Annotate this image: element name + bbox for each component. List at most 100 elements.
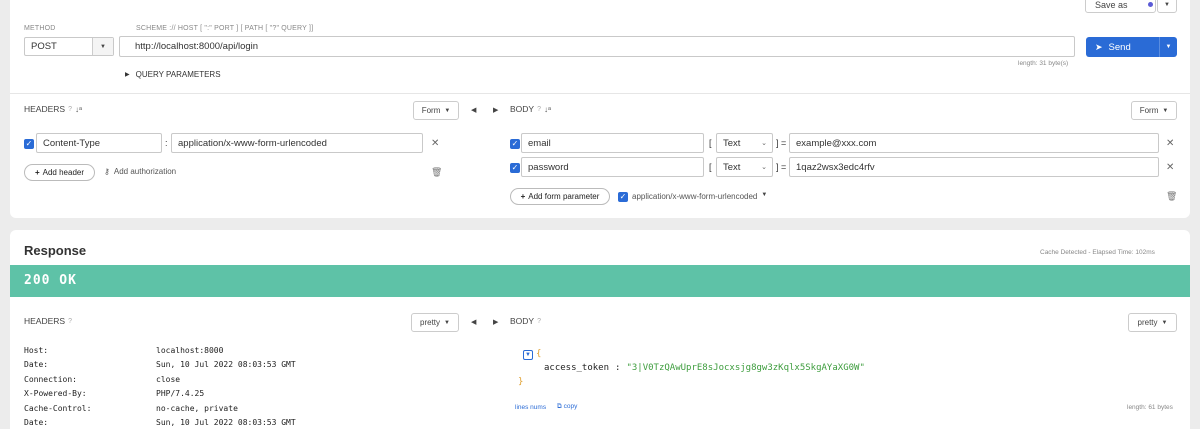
chevron-down-icon: ▼ [1161,319,1168,326]
add-form-parameter-button[interactable]: + Add form parameter [510,188,610,205]
param-name-input[interactable]: email [521,133,704,153]
response-header-name: X-Powered-By: [24,389,87,398]
add-header-label: Add header [42,168,85,177]
chevron-down-icon: ▼ [1162,107,1169,114]
sort-icon[interactable]: ↓ᵃ [75,105,82,114]
response-body-format[interactable]: pretty ▼ [1128,313,1177,332]
bracket-close-equals: ] = [776,162,787,172]
url-value: http://localhost:8000/api/login [135,41,259,52]
request-card [10,0,1190,218]
param-value-input[interactable]: example@xxx.com [789,133,1159,153]
content-type-label: application/x-www-form-urlencoded [632,192,758,201]
body-section-title: BODY ? ↓ᵃ [510,104,551,114]
collapse-left-icon[interactable]: ◀ [471,318,476,326]
bracket-close-equals: ] = [776,138,787,148]
chevron-down-icon: ▼ [761,192,768,198]
save-as-dropdown[interactable]: ▼ [1157,0,1177,13]
response-header-value: Sun, 10 Jul 2022 08:03:53 GMT [156,418,296,427]
remove-header-icon[interactable]: ✕ [431,138,439,149]
chevron-down-icon: ▼ [1164,1,1170,8]
chevron-down-icon: ⌄ [761,164,767,171]
header-name-input[interactable]: Content-Type [36,133,162,153]
response-body-title: BODY ? [510,316,541,326]
url-length: length: 31 byte(s) [1018,60,1069,67]
help-icon[interactable]: ? [537,106,541,113]
header-value-input[interactable]: application/x-www-form-urlencoded [171,133,423,153]
param-name-value: password [528,161,569,173]
param-enabled-checkbox[interactable]: ✓ [510,163,520,173]
sort-icon[interactable]: ↓ᵃ [544,105,551,114]
json-key: access_token [544,363,610,373]
param-type-select[interactable]: Text ⌄ [716,157,773,177]
response-headers-format-label: pretty [420,318,441,327]
query-parameters-toggle[interactable]: ▶ QUERY PARAMETERS [125,70,221,79]
save-as-button[interactable]: Save as [1085,0,1156,13]
body-format-select[interactable]: Form ▼ [1131,101,1177,120]
send-icon: ➤ [1095,41,1103,52]
response-headers-format[interactable]: pretty ▼ [411,313,459,332]
colon-separator: : [165,138,168,148]
add-header-button[interactable]: + Add header [24,164,95,181]
content-type-select[interactable]: application/x-www-form-urlencoded ▼ [632,192,767,201]
add-authorization-link[interactable]: ⚷ Add authorization [104,167,176,176]
param-type-select[interactable]: Text ⌄ [716,133,773,153]
response-header-name: Date: [24,360,49,369]
headers-format-label: Form [421,106,441,115]
help-icon[interactable]: ? [68,106,72,113]
cache-status: Cache Detected - Elapsed Time: 102ms [1040,249,1155,256]
save-as-label: Save as [1095,0,1128,10]
response-header-value: Sun, 10 Jul 2022 08:03:53 GMT [156,360,296,369]
json-colon: : [615,363,621,373]
trash-icon[interactable]: 🗑 [1166,191,1177,202]
help-icon[interactable]: ? [68,318,72,325]
chevron-down-icon: ▼ [100,43,106,50]
header-name-value: Content-Type [43,137,101,149]
line-numbers-toggle[interactable]: lines nums [515,404,546,411]
headers-format-select[interactable]: Form ▼ [413,101,459,120]
trash-icon[interactable]: 🗑 [431,167,442,178]
scheme-label: SCHEME :// HOST [ ":" PORT ] [ PATH [ "?… [136,25,314,32]
response-header-name: Cache-Control: [24,404,92,413]
expand-right-icon[interactable]: ▶ [493,318,498,326]
remove-param-icon[interactable]: ✕ [1166,138,1174,149]
add-authorization-label: Add authorization [113,167,177,176]
param-name-input[interactable]: password [521,157,704,177]
chevron-right-icon: ▶ [125,72,130,78]
copy-button[interactable]: ⧉ copy [557,403,577,411]
expand-right-icon[interactable]: ▶ [493,106,498,114]
help-icon[interactable]: ? [537,318,541,325]
send-dropdown[interactable]: ▼ [1159,37,1177,57]
response-header-value: localhost:8000 [156,346,224,355]
query-parameters-label: QUERY PARAMETERS [135,70,221,79]
header-enabled-checkbox[interactable]: ✓ [24,139,34,149]
param-value-text: example@xxx.com [796,137,877,149]
add-form-parameter-label: Add form parameter [528,192,600,201]
response-header-name: Host: [24,346,49,355]
content-type-checkbox[interactable]: ✓ [618,192,628,202]
body-format-label: Form [1139,106,1159,115]
remove-param-icon[interactable]: ✕ [1166,162,1174,173]
json-line: access_token : "3|V0TzQAwUprE8sJocxsjg8g… [544,363,865,373]
plus-icon: + [34,168,40,177]
response-card [10,230,1190,429]
param-enabled-checkbox[interactable]: ✓ [510,139,520,149]
param-value-input[interactable]: 1qaz2wsx3edc4rfv [789,157,1159,177]
copy-label: copy [563,403,578,410]
headers-section-title: HEADERS ? ↓ᵃ [24,104,82,114]
chevron-down-icon: ⌄ [761,140,767,147]
response-title: Response [24,243,87,258]
param-value-text: 1qaz2wsx3edc4rfv [796,161,875,173]
method-dropdown-button[interactable]: ▼ [92,38,113,55]
response-headers-label: HEADERS [24,316,66,326]
param-name-value: email [528,137,551,149]
key-icon: ⚷ [104,167,110,176]
json-collapse-icon[interactable]: ▼ [523,350,533,360]
status-text: 200 OK [24,273,77,288]
body-title: BODY [510,104,535,114]
url-input[interactable]: http://localhost:8000/api/login [119,36,1075,57]
collapse-left-icon[interactable]: ◀ [471,106,476,114]
copy-icon: ⧉ [557,403,562,410]
section-divider [10,93,1190,94]
send-button[interactable]: ➤ Send ▼ [1086,37,1177,57]
response-headers-title: HEADERS ? [24,316,72,326]
